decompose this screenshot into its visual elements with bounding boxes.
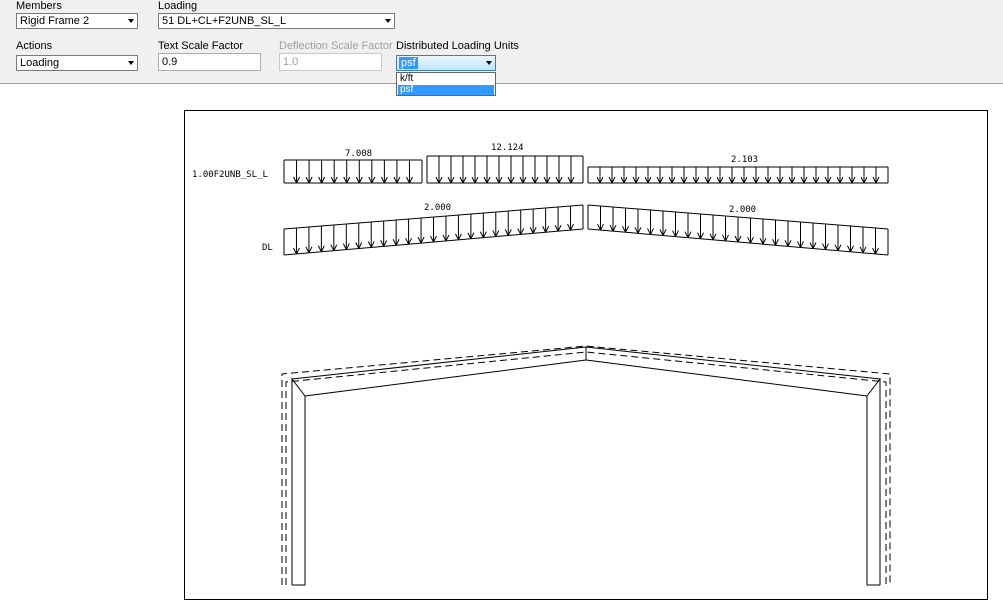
chevron-down-icon: [128, 61, 134, 65]
chevron-down-icon: [128, 19, 134, 23]
actions-label: Actions: [16, 40, 53, 52]
deflected-shape-outer: [281, 345, 891, 585]
deflection-scale-input: [280, 54, 381, 70]
members-label: Members: [16, 0, 62, 12]
units-value: psf: [399, 57, 418, 69]
frame-right-column: [866, 377, 881, 586]
load-value-label: 2.000: [424, 203, 451, 213]
frame-diagram: 1.00F2UNB_SL_L DL 7.008 12.124 2.103 2.0…: [192, 143, 891, 586]
frame-diagram-canvas: 1.00F2UNB_SL_L DL 7.008 12.124 2.103 2.0…: [184, 110, 988, 600]
load-value-label: 2.103: [731, 155, 758, 165]
actions-value: Loading: [20, 57, 60, 69]
rigid-frame: [281, 345, 891, 586]
text-scale-field[interactable]: [158, 53, 261, 71]
frame-rafter-right-bottom: [585, 359, 868, 397]
frame-rafter-right-top: [585, 346, 881, 380]
members-dropdown[interactable]: Rigid Frame 2: [16, 13, 138, 29]
chevron-down-icon: [486, 61, 492, 65]
units-dropdown[interactable]: psf: [396, 55, 496, 71]
loading-value: 51 DL+CL+F2UNB_SL_L: [162, 15, 287, 27]
load-value-label: 7.008: [345, 149, 372, 159]
members-value: Rigid Frame 2: [20, 15, 90, 27]
frame-left-column: [291, 377, 306, 586]
loading-dropdown[interactable]: 51 DL+CL+F2UNB_SL_L: [158, 13, 395, 29]
text-scale-label: Text Scale Factor: [158, 40, 243, 52]
distributed-loads: [283, 155, 889, 256]
load-case-label: 1.00F2UNB_SL_L: [192, 170, 268, 180]
load-case-label: DL: [262, 243, 273, 253]
controls-panel: Members Rigid Frame 2 Loading 51 DL+CL+F…: [0, 0, 1003, 84]
chevron-down-icon: [385, 19, 391, 23]
loading-label: Loading: [158, 0, 198, 12]
frame-rafter-left-top: [291, 346, 587, 380]
units-label: Distributed Loading Units: [396, 40, 519, 52]
deflection-scale-label: Deflection Scale Factor: [279, 40, 393, 52]
units-dropdown-list: k/ft psf: [396, 72, 496, 96]
text-scale-input[interactable]: [159, 54, 260, 70]
units-option-kft[interactable]: k/ft: [398, 74, 494, 84]
frame-rafter-left-bottom: [304, 359, 587, 397]
deflection-scale-field: [279, 53, 382, 71]
actions-dropdown[interactable]: Loading: [16, 55, 138, 71]
load-value-label: 12.124: [491, 143, 524, 153]
units-option-psf[interactable]: psf: [398, 85, 494, 95]
load-value-label: 2.000: [729, 205, 756, 215]
